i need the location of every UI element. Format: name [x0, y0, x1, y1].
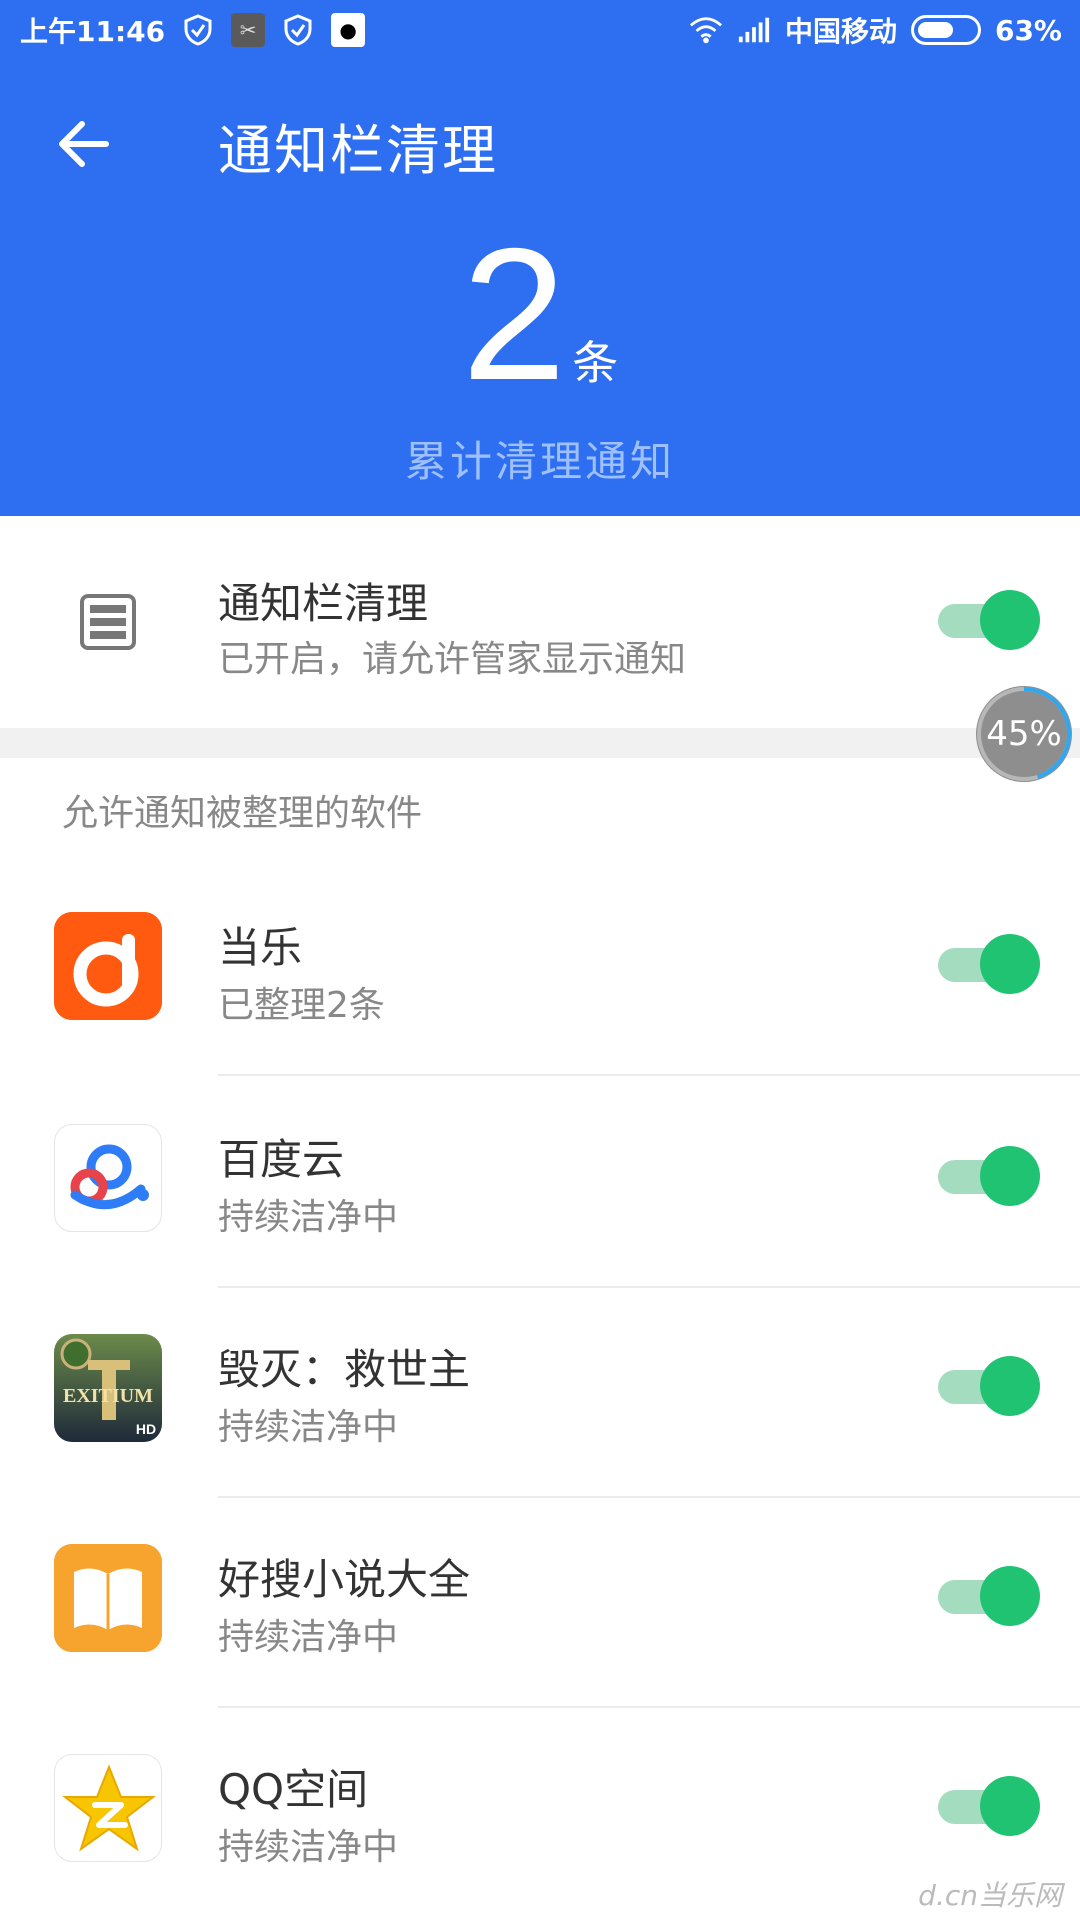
battery-icon: [911, 15, 981, 45]
list-item[interactable]: 百度云 持续洁净中: [0, 1090, 1080, 1300]
list-item[interactable]: 好搜小说大全 持续洁净中: [0, 1510, 1080, 1720]
watermark: d.cn当乐网: [918, 1874, 1062, 1914]
qq-icon: ●: [331, 13, 365, 47]
qzone-app-icon: [54, 1754, 162, 1862]
header: 上午11:46 ✂ ● 中国移动 63% 通知栏清理 2条 累计: [0, 0, 1080, 516]
notification-list-icon: [80, 594, 136, 650]
app-name: 百度云: [218, 1126, 344, 1187]
novel-app-icon: [54, 1544, 162, 1652]
app-toggle[interactable]: [938, 934, 1040, 994]
shield-icon: [181, 13, 215, 47]
progress-bubble[interactable]: 45%: [976, 686, 1072, 782]
list-item[interactable]: 当乐 已整理2条: [0, 878, 1080, 1088]
carrier-label: 中国移动: [785, 10, 897, 50]
app-name: 当乐: [218, 914, 302, 975]
svg-text:EXITIUM: EXITIUM: [63, 1385, 153, 1407]
app-status: 持续洁净中: [218, 1818, 398, 1870]
camera-app-icon: ✂: [231, 13, 265, 47]
app-name: 毁灭：救世主: [218, 1336, 470, 1397]
master-setting-title: 通知栏清理: [218, 570, 428, 631]
status-time: 上午11:46: [20, 10, 165, 50]
master-setting-subtitle: 已开启，请允许管家显示通知: [218, 630, 686, 682]
baidu-cloud-app-icon: [54, 1124, 162, 1232]
cleaned-count: 2条: [0, 220, 1080, 408]
app-status: 已整理2条: [218, 976, 385, 1028]
exitium-app-icon: EXITIUM HD: [54, 1334, 162, 1442]
app-toggle[interactable]: [938, 1146, 1040, 1206]
wifi-icon: [689, 13, 723, 47]
dangle-app-icon: [54, 912, 162, 1020]
signal-icon: [737, 13, 771, 47]
battery-percent: 63%: [995, 14, 1062, 47]
page-title: 通知栏清理: [218, 106, 498, 185]
app-status: 持续洁净中: [218, 1188, 398, 1240]
app-toggle[interactable]: [938, 1356, 1040, 1416]
back-arrow-icon[interactable]: [52, 112, 116, 176]
app-toggle[interactable]: [938, 1776, 1040, 1836]
app-name: 好搜小说大全: [218, 1546, 470, 1607]
section-divider: [0, 728, 1080, 758]
master-toggle[interactable]: [938, 590, 1040, 650]
status-bar: 上午11:46 ✂ ● 中国移动 63%: [0, 0, 1080, 58]
section-label: 允许通知被整理的软件: [62, 784, 422, 836]
list-item[interactable]: EXITIUM HD 毁灭：救世主 持续洁净中: [0, 1300, 1080, 1510]
app-status: 持续洁净中: [218, 1398, 398, 1450]
cleaned-count-number: 2: [462, 209, 567, 419]
cleaned-count-label: 累计清理通知: [0, 428, 1080, 489]
app-status: 持续洁净中: [218, 1608, 398, 1660]
svg-text:HD: HD: [136, 1421, 156, 1437]
cleaned-count-unit: 条: [572, 336, 618, 390]
app-name: QQ空间: [218, 1756, 368, 1817]
master-setting-row[interactable]: 通知栏清理 已开启，请允许管家显示通知: [0, 516, 1080, 724]
shield-icon: [281, 13, 315, 47]
app-toggle[interactable]: [938, 1566, 1040, 1626]
progress-bubble-label: 45%: [986, 714, 1062, 754]
